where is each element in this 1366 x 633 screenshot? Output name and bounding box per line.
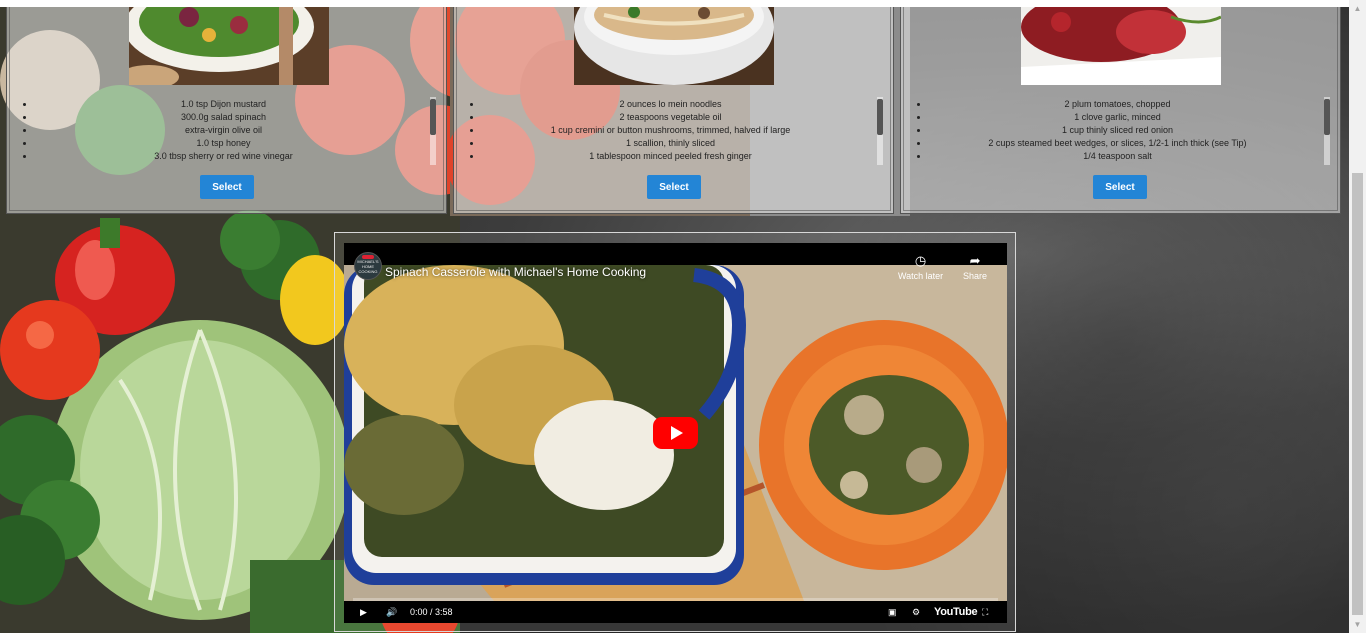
- play-icon: [671, 426, 683, 440]
- scrollbar-thumb[interactable]: [1352, 173, 1363, 615]
- ingredient-item: 1.0 tsp Dijon mustard: [35, 98, 432, 111]
- recipe-cards: 1.0 tsp Dijon mustard 300.0g salad spina…: [6, 0, 1343, 216]
- ingredient-scrollbar[interactable]: [1324, 97, 1330, 165]
- ingredient-scrollbar[interactable]: [430, 97, 436, 165]
- select-button[interactable]: Select: [1093, 175, 1147, 199]
- ingredient-item: 1 cup cremini or button mushrooms, trimm…: [482, 124, 879, 137]
- ingredient-list[interactable]: 2 ounces lo mein noodles 2 teaspoons veg…: [454, 98, 879, 166]
- ingredient-list[interactable]: 1.0 tsp Dijon mustard 300.0g salad spina…: [7, 98, 432, 166]
- volume-icon[interactable]: 🔊: [386, 605, 397, 619]
- top-bar: [0, 0, 1366, 7]
- ingredient-item: 2 cups steamed beet wedges, or slices, 1…: [929, 137, 1326, 150]
- watch-later-button[interactable]: ◷ Watch later: [898, 253, 943, 281]
- recipe-image: [129, 7, 329, 85]
- share-button[interactable]: ➦ Share: [963, 253, 987, 281]
- ingredient-scrollbar[interactable]: [877, 97, 883, 165]
- ingredient-item: 1 cup thinly sliced red onion: [929, 124, 1326, 137]
- youtube-player[interactable]: MICHAEL'S HOME COOKING Spinach Casserole…: [344, 243, 1007, 623]
- scroll-down-arrow-icon[interactable]: ▼: [1349, 616, 1366, 633]
- recipe-image: [1021, 7, 1221, 85]
- channel-logo[interactable]: MICHAEL'S HOME COOKING: [354, 252, 382, 280]
- ingredient-item: extra-virgin olive oil: [35, 124, 432, 137]
- scroll-up-arrow-icon[interactable]: ▲: [1349, 0, 1366, 17]
- ingredient-item: 300.0g salad spinach: [35, 111, 432, 124]
- video-container: MICHAEL'S HOME COOKING Spinach Casserole…: [334, 232, 1016, 632]
- progress-bar[interactable]: [353, 598, 998, 601]
- play-control-icon[interactable]: ▶: [360, 605, 367, 619]
- player-controls: ▶ 🔊 0:00 / 3:58 ▣ ⚙ YouTube ⛶: [344, 598, 1007, 623]
- ingredient-item: 1 clove garlic, minced: [929, 111, 1326, 124]
- recipe-card: 1.0 tsp Dijon mustard 300.0g salad spina…: [6, 0, 447, 214]
- ingredient-item: 2 ounces lo mein noodles: [482, 98, 879, 111]
- settings-gear-icon[interactable]: ⚙: [912, 605, 920, 619]
- ingredient-item: 2 teaspoons vegetable oil: [482, 111, 879, 124]
- ingredient-item: 3.0 tbsp sherry or red wine vinegar: [35, 150, 432, 163]
- share-icon: ➦: [969, 253, 981, 268]
- video-title[interactable]: Spinach Casserole with Michael's Home Co…: [385, 265, 646, 279]
- clock-icon: ◷: [914, 253, 927, 268]
- ingredient-item: 2 plum tomatoes, chopped: [929, 98, 1326, 111]
- time-display: 0:00 / 3:58: [410, 607, 453, 617]
- ingredient-list[interactable]: 2 plum tomatoes, chopped 1 clove garlic,…: [901, 98, 1326, 166]
- page-scrollbar[interactable]: ▲ ▼: [1349, 0, 1366, 633]
- ingredient-item: 1/4 teaspoon salt: [929, 150, 1326, 163]
- youtube-logo[interactable]: YouTube: [934, 605, 978, 619]
- fullscreen-icon[interactable]: ⛶: [982, 605, 988, 619]
- ingredient-item: 1.0 tsp honey: [35, 137, 432, 150]
- select-button[interactable]: Select: [647, 175, 701, 199]
- captions-icon[interactable]: ▣: [888, 605, 897, 619]
- ingredient-item: 1 scallion, thinly sliced: [482, 137, 879, 150]
- ingredient-item: 1 tablespoon minced peeled fresh ginger: [482, 150, 879, 163]
- recipe-card: 2 plum tomatoes, chopped 1 clove garlic,…: [900, 0, 1341, 214]
- select-button[interactable]: Select: [200, 175, 254, 199]
- play-button[interactable]: [653, 417, 698, 449]
- recipe-card: 2 ounces lo mein noodles 2 teaspoons veg…: [453, 0, 894, 214]
- recipe-image: [574, 7, 774, 85]
